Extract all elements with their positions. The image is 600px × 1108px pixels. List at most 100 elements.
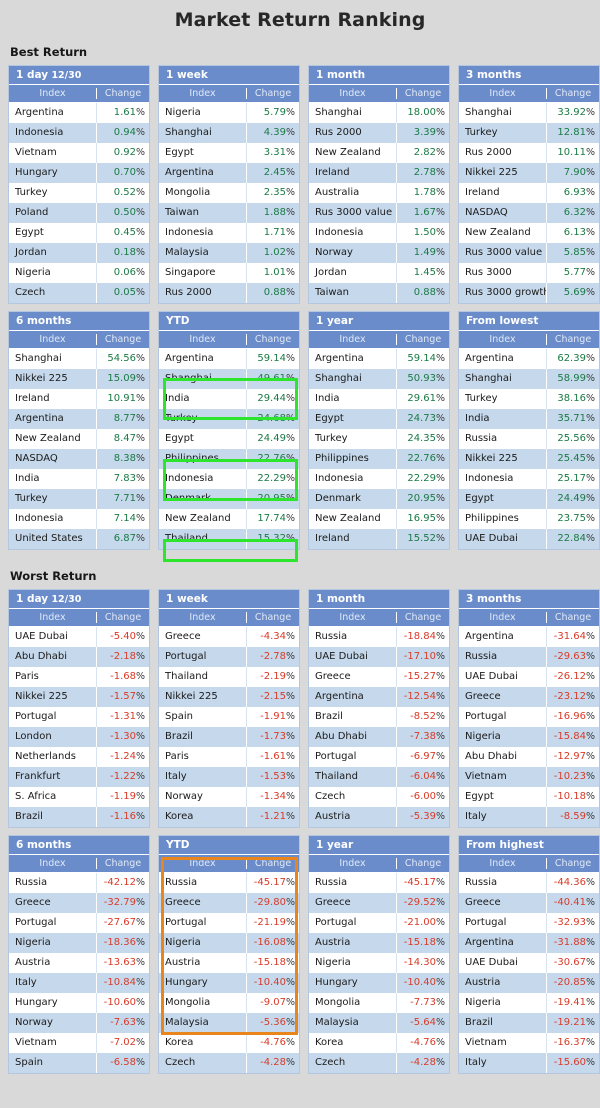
table-row[interactable]: Shanghai 58.99% bbox=[459, 369, 599, 389]
table-row[interactable]: Hungary 0.70% bbox=[9, 163, 149, 183]
table-row[interactable]: Abu Dhabi -12.97% bbox=[459, 747, 599, 767]
table-row[interactable]: Russia -45.17% bbox=[159, 873, 299, 893]
table-row[interactable]: Portugal -32.93% bbox=[459, 913, 599, 933]
table-row[interactable]: Nikkei 225 15.09% bbox=[9, 369, 149, 389]
table-row[interactable]: Vietnam -16.37% bbox=[459, 1033, 599, 1053]
table-row[interactable]: Shanghai 54.56% bbox=[9, 349, 149, 369]
table-row[interactable]: Korea -4.76% bbox=[159, 1033, 299, 1053]
table-row[interactable]: New Zealand 16.95% bbox=[309, 509, 449, 529]
table-row[interactable]: Hungary -10.40% bbox=[159, 973, 299, 993]
table-row[interactable]: Rus 2000 3.39% bbox=[309, 123, 449, 143]
table-row[interactable]: Rus 2000 0.88% bbox=[159, 283, 299, 303]
table-row[interactable]: Italy -10.84% bbox=[9, 973, 149, 993]
table-row[interactable]: Indonesia 22.29% bbox=[309, 469, 449, 489]
table-row[interactable]: Italy -8.59% bbox=[459, 807, 599, 827]
table-row[interactable]: Norway -1.34% bbox=[159, 787, 299, 807]
table-row[interactable]: Greece -4.34% bbox=[159, 627, 299, 647]
table-row[interactable]: Argentina -31.64% bbox=[459, 627, 599, 647]
column-header-change[interactable]: Change bbox=[247, 858, 299, 869]
table-row[interactable]: Jordan 1.45% bbox=[309, 263, 449, 283]
table-row[interactable]: Russia -29.63% bbox=[459, 647, 599, 667]
table-row[interactable]: Malaysia 1.02% bbox=[159, 243, 299, 263]
table-row[interactable]: Shanghai 18.00% bbox=[309, 103, 449, 123]
table-row[interactable]: Hungary -10.40% bbox=[309, 973, 449, 993]
table-row[interactable]: Portugal -21.19% bbox=[159, 913, 299, 933]
table-row[interactable]: Greece -29.52% bbox=[309, 893, 449, 913]
table-row[interactable]: Nigeria -18.36% bbox=[9, 933, 149, 953]
table-row[interactable]: Indonesia 25.17% bbox=[459, 469, 599, 489]
table-row[interactable]: New Zealand 8.47% bbox=[9, 429, 149, 449]
table-row[interactable]: Thailand -6.04% bbox=[309, 767, 449, 787]
table-row[interactable]: Abu Dhabi -7.38% bbox=[309, 727, 449, 747]
table-row[interactable]: Russia -42.12% bbox=[9, 873, 149, 893]
table-row[interactable]: Portugal -16.96% bbox=[459, 707, 599, 727]
table-row[interactable]: Poland 0.50% bbox=[9, 203, 149, 223]
column-header-index[interactable]: Index bbox=[159, 612, 247, 623]
table-row[interactable]: Indonesia 7.14% bbox=[9, 509, 149, 529]
table-row[interactable]: Brazil -8.52% bbox=[309, 707, 449, 727]
table-row[interactable]: Philippines 22.76% bbox=[309, 449, 449, 469]
table-row[interactable]: Norway -7.63% bbox=[9, 1013, 149, 1033]
table-row[interactable]: UAE Dubai -26.12% bbox=[459, 667, 599, 687]
table-row[interactable]: Nigeria -14.30% bbox=[309, 953, 449, 973]
table-row[interactable]: Russia -18.84% bbox=[309, 627, 449, 647]
column-header-index[interactable]: Index bbox=[9, 88, 97, 99]
table-row[interactable]: Greece -15.27% bbox=[309, 667, 449, 687]
column-header-change[interactable]: Change bbox=[547, 858, 599, 869]
table-row[interactable]: Nigeria -19.41% bbox=[459, 993, 599, 1013]
table-row[interactable]: Greece -23.12% bbox=[459, 687, 599, 707]
table-row[interactable]: Malaysia -5.64% bbox=[309, 1013, 449, 1033]
table-row[interactable]: Taiwan 0.88% bbox=[309, 283, 449, 303]
table-row[interactable]: Rus 3000 value 5.85% bbox=[459, 243, 599, 263]
table-row[interactable]: Vietnam -7.02% bbox=[9, 1033, 149, 1053]
table-row[interactable]: Egypt 24.73% bbox=[309, 409, 449, 429]
table-row[interactable]: Indonesia 0.94% bbox=[9, 123, 149, 143]
table-row[interactable]: Turkey 24.68% bbox=[159, 409, 299, 429]
table-row[interactable]: Ireland 15.52% bbox=[309, 529, 449, 549]
column-header-index[interactable]: Index bbox=[309, 858, 397, 869]
table-row[interactable]: Portugal -1.31% bbox=[9, 707, 149, 727]
table-row[interactable]: Argentina -12.54% bbox=[309, 687, 449, 707]
table-row[interactable]: Argentina 1.61% bbox=[9, 103, 149, 123]
table-row[interactable]: New Zealand 6.13% bbox=[459, 223, 599, 243]
table-row[interactable]: UAE Dubai -17.10% bbox=[309, 647, 449, 667]
table-row[interactable]: Ireland 2.78% bbox=[309, 163, 449, 183]
column-header-change[interactable]: Change bbox=[247, 88, 299, 99]
table-row[interactable]: Argentina 2.45% bbox=[159, 163, 299, 183]
table-row[interactable]: Ireland 10.91% bbox=[9, 389, 149, 409]
table-row[interactable]: Italy -15.60% bbox=[459, 1053, 599, 1073]
column-header-index[interactable]: Index bbox=[309, 88, 397, 99]
table-row[interactable]: Indonesia 1.50% bbox=[309, 223, 449, 243]
table-row[interactable]: Australia 1.78% bbox=[309, 183, 449, 203]
table-row[interactable]: Argentina 59.14% bbox=[159, 349, 299, 369]
table-row[interactable]: Vietnam 0.92% bbox=[9, 143, 149, 163]
table-row[interactable]: Turkey 24.35% bbox=[309, 429, 449, 449]
table-row[interactable]: Turkey 12.81% bbox=[459, 123, 599, 143]
table-row[interactable]: Turkey 0.52% bbox=[9, 183, 149, 203]
table-row[interactable]: Austria -15.18% bbox=[309, 933, 449, 953]
table-row[interactable]: Italy -1.53% bbox=[159, 767, 299, 787]
table-row[interactable]: India 29.61% bbox=[309, 389, 449, 409]
column-header-index[interactable]: Index bbox=[309, 612, 397, 623]
table-row[interactable]: India 29.44% bbox=[159, 389, 299, 409]
table-row[interactable]: UAE Dubai -30.67% bbox=[459, 953, 599, 973]
table-row[interactable]: Greece -29.80% bbox=[159, 893, 299, 913]
table-row[interactable]: Brazil -1.16% bbox=[9, 807, 149, 827]
table-row[interactable]: Nigeria 5.79% bbox=[159, 103, 299, 123]
table-row[interactable]: Nikkei 225 -2.15% bbox=[159, 687, 299, 707]
table-row[interactable]: Paris -1.68% bbox=[9, 667, 149, 687]
table-row[interactable]: Netherlands -1.24% bbox=[9, 747, 149, 767]
table-row[interactable]: Russia -45.17% bbox=[309, 873, 449, 893]
table-row[interactable]: Philippines 22.76% bbox=[159, 449, 299, 469]
table-row[interactable]: Czech -4.28% bbox=[159, 1053, 299, 1073]
table-row[interactable]: Egypt 0.45% bbox=[9, 223, 149, 243]
table-row[interactable]: UAE Dubai -5.40% bbox=[9, 627, 149, 647]
table-row[interactable]: Egypt 24.49% bbox=[159, 429, 299, 449]
column-header-change[interactable]: Change bbox=[97, 858, 149, 869]
table-row[interactable]: Denmark 20.95% bbox=[309, 489, 449, 509]
table-row[interactable]: Thailand 15.32% bbox=[159, 529, 299, 549]
column-header-index[interactable]: Index bbox=[159, 88, 247, 99]
table-row[interactable]: Portugal -27.67% bbox=[9, 913, 149, 933]
table-row[interactable]: Denmark 20.95% bbox=[159, 489, 299, 509]
table-row[interactable]: Nikkei 225 -1.57% bbox=[9, 687, 149, 707]
